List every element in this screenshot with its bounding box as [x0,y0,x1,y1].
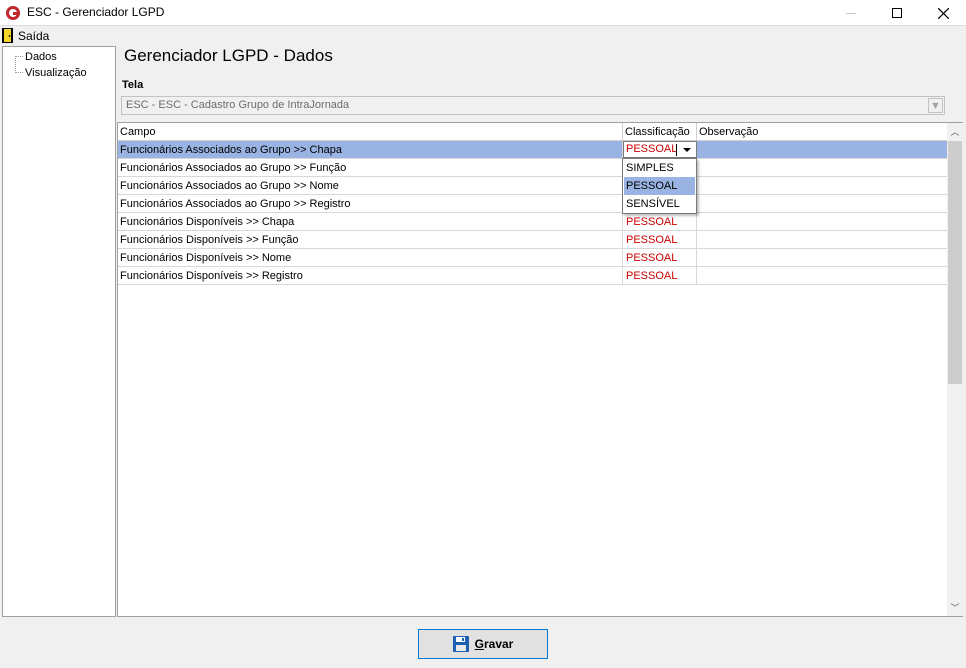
classification-editor[interactable]: PESSOAL [623,141,697,158]
scroll-down-icon[interactable]: ﹀ [947,599,963,616]
maximize-button[interactable] [874,0,920,26]
grid-header: Campo Classificação Observação [118,123,947,141]
dropdown-option-pessoal[interactable]: PESSOAL [624,177,695,195]
menu-bar: Saída [0,26,966,45]
save-button[interactable]: Gravar [418,629,548,659]
page-title: Gerenciador LGPD - Dados [124,46,333,65]
cell-observacao[interactable] [697,267,947,284]
exit-door-icon [2,28,13,43]
cell-observacao[interactable] [697,213,947,230]
cell-observacao[interactable] [697,249,947,266]
classification-dropdown-list: SIMPLES PESSOAL SENSÍVEL [622,158,697,214]
close-button[interactable] [920,0,966,26]
menu-saida[interactable]: Saída [2,27,49,44]
scroll-thumb[interactable] [948,141,962,384]
title-bar: ESC - Gerenciador LGPD [0,0,966,26]
tree-item-visualizacao[interactable]: Visualização [15,65,87,80]
column-header-observacao[interactable]: Observação [697,123,947,141]
dropdown-option-simples[interactable]: SIMPLES [624,159,695,177]
table-row[interactable]: Funcionários Associados ao Grupo >> Regi… [118,195,947,213]
minimize-icon [846,12,856,14]
cell-classificacao[interactable]: PESSOAL [623,213,697,230]
table-row[interactable]: Funcionários Associados ao Grupo >> Funç… [118,159,947,177]
cell-campo[interactable]: Funcionários Associados ao Grupo >> Chap… [118,141,623,158]
tela-select[interactable]: ESC - ESC - Cadastro Grupo de IntraJorna… [121,96,945,115]
dropdown-arrow-icon[interactable] [680,143,694,156]
cell-observacao[interactable] [697,195,947,212]
cell-campo[interactable]: Funcionários Associados ao Grupo >> Regi… [118,195,623,212]
save-button-label: Gravar [474,637,514,651]
chevron-down-icon[interactable]: ▼ [928,98,943,113]
table-row[interactable]: Funcionários Disponíveis >> Chapa PESSOA… [118,213,947,231]
cell-campo[interactable]: Funcionários Disponíveis >> Função [118,231,623,248]
table-row[interactable]: Funcionários Disponíveis >> Nome PESSOAL [118,249,947,267]
cell-observacao[interactable] [697,231,947,248]
text-caret [676,144,677,156]
cell-observacao[interactable] [697,141,947,158]
cell-campo[interactable]: Funcionários Disponíveis >> Nome [118,249,623,266]
tela-select-value: ESC - ESC - Cadastro Grupo de IntraJorna… [126,99,350,111]
cell-classificacao[interactable]: PESSOAL [623,249,697,266]
cell-observacao[interactable] [697,159,947,176]
cell-campo[interactable]: Funcionários Disponíveis >> Chapa [118,213,623,230]
floppy-disk-icon [452,636,469,652]
tree-item-label: Visualização [25,66,87,79]
cell-classificacao[interactable]: PESSOAL [623,231,697,248]
tree-item-label: Dados [25,50,57,63]
scroll-up-icon[interactable]: ︿ [947,123,963,140]
table-row[interactable]: Funcionários Disponíveis >> Função PESSO… [118,231,947,249]
column-header-classificacao[interactable]: Classificação [623,123,697,141]
dropdown-option-sensivel[interactable]: SENSÍVEL [624,195,695,213]
fields-grid: Campo Classificação Observação Funcionár… [117,122,963,617]
table-row[interactable]: Funcionários Disponíveis >> Registro PES… [118,267,947,285]
vertical-scrollbar[interactable]: ︿ ﹀ [947,123,963,616]
tree-item-dados[interactable]: Dados [15,49,57,64]
navigation-tree: Dados Visualização [2,46,116,617]
cell-campo[interactable]: Funcionários Associados ao Grupo >> Funç… [118,159,623,176]
close-icon [937,7,949,19]
maximize-icon [892,8,902,18]
tela-label: Tela [122,79,144,91]
app-logo-icon [6,6,20,20]
cell-classificacao[interactable]: PESSOAL [623,267,697,284]
table-row[interactable]: Funcionários Associados ao Grupo >> Nome [118,177,947,195]
cell-campo[interactable]: Funcionários Disponíveis >> Registro [118,267,623,284]
cell-campo[interactable]: Funcionários Associados ao Grupo >> Nome [118,177,623,194]
window-title: ESC - Gerenciador LGPD [27,5,165,19]
menu-saida-label: Saída [18,28,50,43]
column-header-campo[interactable]: Campo [118,123,623,141]
table-row[interactable]: Funcionários Associados ao Grupo >> Chap… [118,141,947,159]
classification-editor-value: PESSOAL [626,143,678,155]
cell-observacao[interactable] [697,177,947,194]
minimize-button[interactable] [828,0,874,26]
